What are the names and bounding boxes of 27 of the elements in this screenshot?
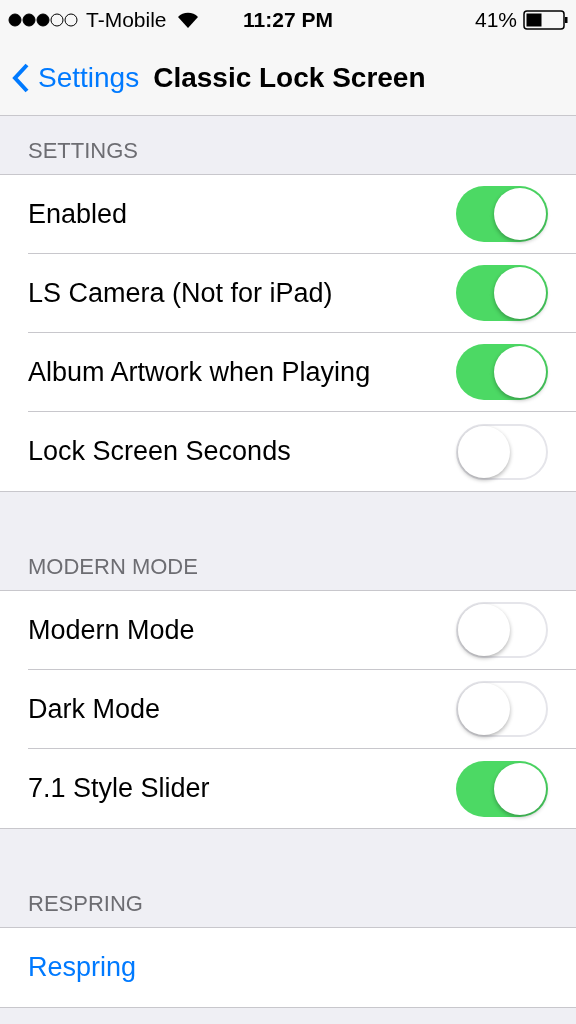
chevron-left-icon <box>12 62 30 93</box>
toggle-switch[interactable] <box>456 602 548 658</box>
toggle-switch[interactable] <box>456 760 548 817</box>
setting-label: Dark Mode <box>28 693 161 725</box>
section-header: MODERN MODE <box>28 554 198 580</box>
setting-label: Lock Screen Seconds <box>28 436 291 467</box>
setting-label: 7.1 Style Slider <box>28 773 210 804</box>
setting-label: Enabled <box>28 198 128 230</box>
battery-percentage: 41% <box>474 8 517 32</box>
carrier-name: T-Mobile <box>86 8 167 32</box>
section-header: SETTINGS <box>28 138 138 164</box>
clock-time: 11:27 PM <box>243 8 333 32</box>
toggle-switch[interactable] <box>456 186 548 242</box>
toggle-switch[interactable] <box>456 681 548 737</box>
battery-icon <box>523 10 568 30</box>
back-button[interactable]: Settings <box>12 61 140 94</box>
section-header: RESPRING <box>28 891 143 917</box>
setting-label: Album Artwork when Playing <box>28 356 371 388</box>
respring-link[interactable]: Respring <box>28 952 137 983</box>
toggle-switch[interactable] <box>456 344 548 400</box>
wifi-icon <box>176 12 199 28</box>
toggle-switch[interactable] <box>456 265 548 321</box>
signal-icon <box>8 13 80 27</box>
page-title: Classic Lock Screen <box>153 61 426 94</box>
toggle-switch[interactable] <box>456 423 548 480</box>
setting-label: Modern Mode <box>28 614 195 646</box>
setting-label: LS Camera (Not for iPad) <box>28 277 333 309</box>
